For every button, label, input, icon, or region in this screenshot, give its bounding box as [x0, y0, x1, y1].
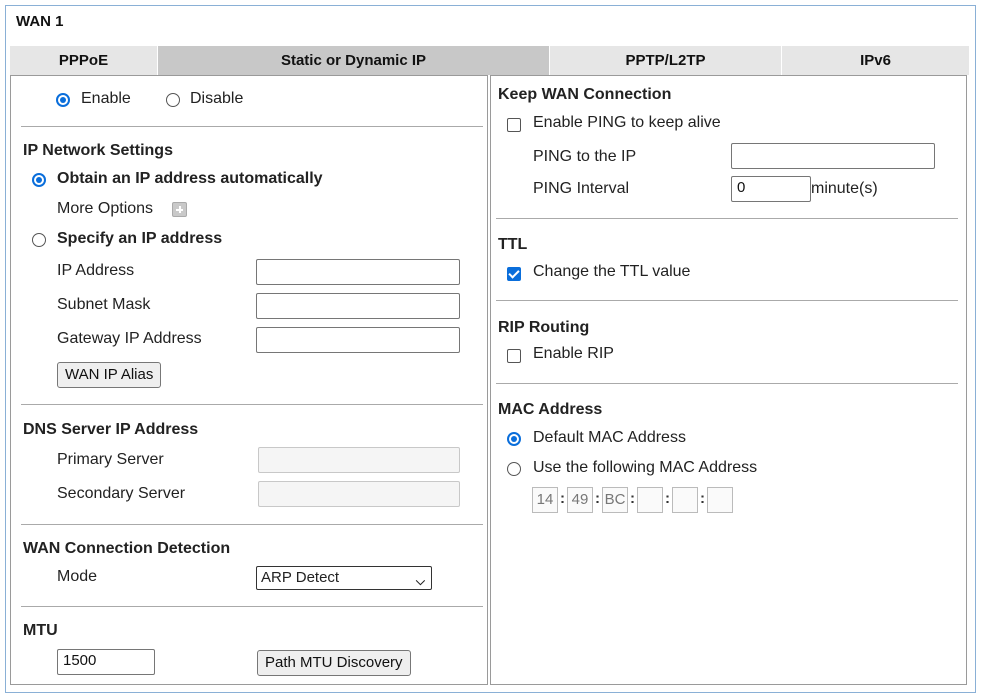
divider: [21, 524, 483, 525]
dns-title: DNS Server IP Address: [23, 421, 199, 438]
disable-label: Disable: [190, 90, 244, 107]
rip-routing-title: RIP Routing: [498, 319, 590, 336]
more-options-label: More Options: [57, 200, 154, 217]
mode-select[interactable]: ARP Detect ⌵: [256, 566, 432, 590]
wan-title: WAN 1: [16, 13, 64, 30]
use-following-mac-radio[interactable]: [507, 462, 521, 476]
wan-detection-title: WAN Connection Detection: [23, 540, 231, 557]
ping-interval-label: PING Interval: [533, 180, 630, 197]
ping-ip-input[interactable]: [731, 143, 935, 169]
gateway-ip-input[interactable]: [256, 327, 460, 353]
ip-address-label: IP Address: [57, 262, 135, 279]
default-mac-label: Default MAC Address: [533, 429, 686, 446]
divider: [21, 404, 483, 405]
tab-static-dynamic-ip[interactable]: Static or Dynamic IP: [158, 46, 550, 75]
mac-octet-input[interactable]: [637, 487, 663, 513]
subnet-mask-input[interactable]: [256, 293, 460, 319]
wan-ip-alias-button[interactable]: WAN IP Alias: [57, 362, 162, 388]
obtain-ip-radio[interactable]: [32, 173, 46, 187]
ip-network-title: IP Network Settings: [23, 142, 173, 159]
change-ttl-checkbox[interactable]: [507, 267, 521, 281]
path-mtu-discovery-button[interactable]: Path MTU Discovery: [257, 650, 411, 676]
right-panel: Keep WAN Connection Enable PING to keep …: [490, 75, 967, 685]
tab-ipv6[interactable]: IPv6: [782, 46, 970, 75]
disable-radio[interactable]: [166, 93, 180, 107]
mtu-input[interactable]: 1500: [57, 649, 155, 675]
mac-address-title: MAC Address: [498, 401, 603, 418]
enable-label: Enable: [81, 90, 131, 107]
chevron-down-icon: ⌵: [415, 574, 425, 588]
mac-separator: :: [700, 490, 705, 507]
mac-octet-input[interactable]: [672, 487, 698, 513]
divider: [496, 300, 958, 301]
ping-interval-input[interactable]: 0: [731, 176, 811, 202]
obtain-ip-label: Obtain an IP address automatically: [57, 170, 323, 187]
primary-server-label: Primary Server: [57, 451, 164, 468]
secondary-dns-input[interactable]: [258, 481, 460, 507]
divider: [21, 126, 483, 127]
expand-plus-icon[interactable]: [172, 202, 187, 217]
ping-keep-alive-checkbox[interactable]: [507, 118, 521, 132]
keep-wan-title: Keep WAN Connection: [498, 86, 672, 103]
default-mac-radio[interactable]: [507, 432, 521, 446]
mac-octet-input[interactable]: 49: [567, 487, 593, 513]
left-panel: Enable Disable IP Network Settings Obtai…: [10, 75, 488, 685]
wan-tabs: PPPoE Static or Dynamic IP PPTP/L2TP IPv…: [10, 46, 970, 75]
mode-select-value: ARP Detect: [261, 569, 340, 586]
mac-separator: :: [595, 490, 600, 507]
mtu-title: MTU: [23, 622, 58, 639]
ttl-title: TTL: [498, 236, 528, 253]
subnet-mask-label: Subnet Mask: [57, 296, 151, 313]
mac-octet-input[interactable]: BC: [602, 487, 628, 513]
mac-octet-input[interactable]: 14: [532, 487, 558, 513]
gateway-ip-label: Gateway IP Address: [57, 330, 202, 347]
enable-rip-checkbox[interactable]: [507, 349, 521, 363]
primary-dns-input[interactable]: [258, 447, 460, 473]
minutes-unit-label: minute(s): [811, 180, 878, 197]
specify-ip-label: Specify an IP address: [57, 230, 223, 247]
secondary-server-label: Secondary Server: [57, 485, 186, 502]
ip-address-input[interactable]: [256, 259, 460, 285]
divider: [21, 606, 483, 607]
tab-pptp-l2tp[interactable]: PPTP/L2TP: [550, 46, 782, 75]
divider: [496, 383, 958, 384]
tab-pppoe[interactable]: PPPoE: [10, 46, 158, 75]
mode-label: Mode: [57, 568, 98, 585]
mac-separator: :: [630, 490, 635, 507]
ping-ip-label: PING to the IP: [533, 148, 637, 165]
specify-ip-radio[interactable]: [32, 233, 46, 247]
enable-radio[interactable]: [56, 93, 70, 107]
enable-rip-label: Enable RIP: [533, 345, 614, 362]
use-following-mac-label: Use the following MAC Address: [533, 459, 758, 476]
ping-keep-alive-label: Enable PING to keep alive: [533, 114, 721, 131]
mac-separator: :: [665, 490, 670, 507]
change-ttl-label: Change the TTL value: [533, 263, 691, 280]
divider: [496, 218, 958, 219]
mac-separator: :: [560, 490, 565, 507]
mac-octet-input[interactable]: [707, 487, 733, 513]
